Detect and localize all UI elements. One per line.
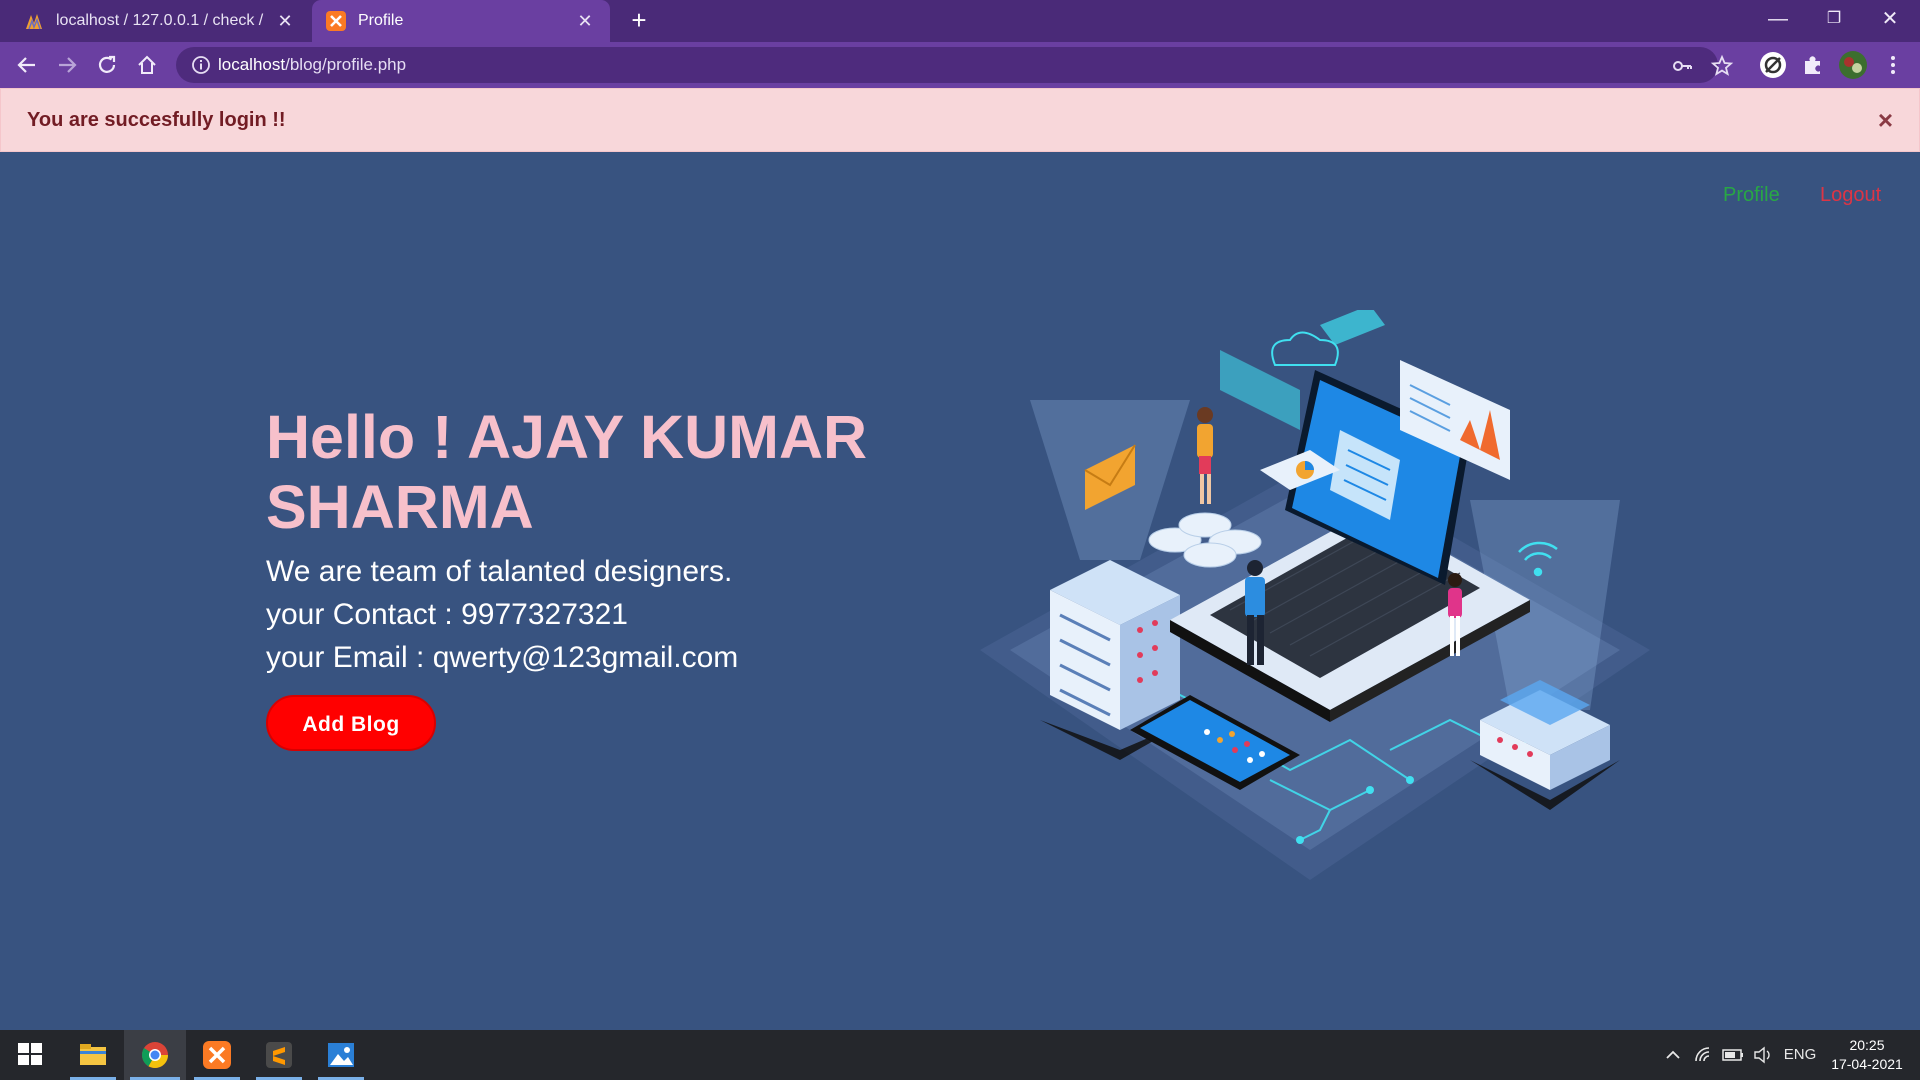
speaker-icon [1754, 1046, 1770, 1064]
close-window-button[interactable]: ✕ [1862, 0, 1918, 42]
email-text: your Email : qwerty@123gmail.com [266, 641, 739, 674]
url-text[interactable]: localhost/blog/profile.php [218, 47, 406, 83]
url-path: /blog/profile.php [285, 55, 407, 74]
tab-close-icon[interactable]: ✕ [574, 11, 596, 32]
start-button[interactable] [0, 1030, 62, 1080]
chevron-up-icon [1666, 1050, 1680, 1059]
reload-icon [98, 55, 116, 73]
tagline: We are team of talanted designers. [266, 555, 733, 588]
alert-close-button[interactable]: × [1878, 89, 1893, 151]
new-tab-button[interactable]: + [624, 6, 654, 36]
phpmyadmin-icon [24, 11, 44, 31]
key-icon[interactable] [1670, 54, 1694, 78]
clock-time: 20:25 [1849, 1037, 1885, 1053]
restore-button[interactable]: ❐ [1806, 0, 1862, 42]
bookmark-star-icon[interactable] [1710, 54, 1734, 78]
url-host: localhost [218, 55, 286, 74]
show-hidden-icons-button[interactable] [1658, 1030, 1688, 1080]
back-button[interactable] [12, 50, 42, 80]
battery-tray-button[interactable] [1718, 1030, 1748, 1080]
home-icon [138, 55, 156, 74]
login-success-alert: You are succesfully login !! × [0, 88, 1920, 152]
browser-toolbar: localhost/blog/profile.php [0, 42, 1920, 88]
greeting-heading: Hello ! AJAY KUMAR SHARMA [266, 403, 868, 541]
tab-profile[interactable]: Profile ✕ [312, 0, 610, 42]
taskbar-sublime-text[interactable] [248, 1030, 310, 1080]
nav-logout-link[interactable]: Logout [1820, 184, 1881, 207]
wifi-icon [1695, 1047, 1710, 1062]
taskbar-clock[interactable]: 20:25 17-04-2021 [1824, 1036, 1910, 1074]
home-button[interactable] [132, 50, 162, 80]
photos-icon [328, 1043, 354, 1067]
address-bar[interactable]: localhost/blog/profile.php [176, 47, 1734, 83]
network-tray-button[interactable] [1688, 1030, 1718, 1080]
forward-arrow-icon [59, 57, 77, 73]
forward-button[interactable] [52, 50, 82, 80]
chrome-icon [141, 1042, 169, 1069]
alert-message: You are succesfully login !! [27, 109, 286, 131]
site-info-icon[interactable] [190, 54, 212, 76]
contact-text: your Contact : 9977327321 [266, 598, 628, 631]
minimize-button[interactable]: — [1750, 0, 1806, 42]
browser-menu-icon[interactable] [1878, 50, 1908, 80]
volume-tray-button[interactable] [1748, 1030, 1778, 1080]
tab-close-icon[interactable]: ✕ [274, 11, 296, 32]
reload-button[interactable] [92, 50, 122, 80]
profile-avatar-icon[interactable] [1838, 50, 1868, 80]
sublime-text-icon [266, 1042, 292, 1068]
taskbar-chrome[interactable] [124, 1030, 186, 1080]
xampp-icon [203, 1041, 231, 1069]
browser-tabstrip: localhost / 127.0.0.1 / check / registra… [0, 0, 1920, 42]
language-indicator[interactable]: ENG [1780, 1030, 1820, 1080]
extensions-puzzle-icon[interactable] [1798, 50, 1828, 80]
tab-phpmyadmin[interactable]: localhost / 127.0.0.1 / check / registra… [10, 0, 310, 42]
windows-start-icon [18, 1043, 42, 1065]
tab-title: Profile [358, 12, 404, 29]
taskbar-xampp[interactable] [186, 1030, 248, 1080]
nav-profile-link[interactable]: Profile [1723, 184, 1780, 207]
taskbar-file-explorer[interactable] [62, 1030, 124, 1080]
xampp-icon [326, 11, 346, 31]
tab-title: localhost / 127.0.0.1 / check / registra… [56, 12, 266, 29]
back-arrow-icon [17, 57, 35, 73]
hero-section: Hello ! AJAY KUMAR SHARMA We are team of… [266, 402, 906, 751]
battery-icon [1722, 1049, 1743, 1061]
clock-date: 17-04-2021 [1831, 1056, 1903, 1072]
isometric-tech-illustration [980, 310, 1650, 880]
windows-taskbar: ENG 20:25 17-04-2021 [0, 1030, 1920, 1080]
taskbar-photos[interactable] [310, 1030, 372, 1080]
add-blog-button[interactable]: Add Blog [266, 695, 436, 751]
file-explorer-icon [80, 1044, 106, 1065]
extension-sync-icon[interactable] [1758, 50, 1788, 80]
